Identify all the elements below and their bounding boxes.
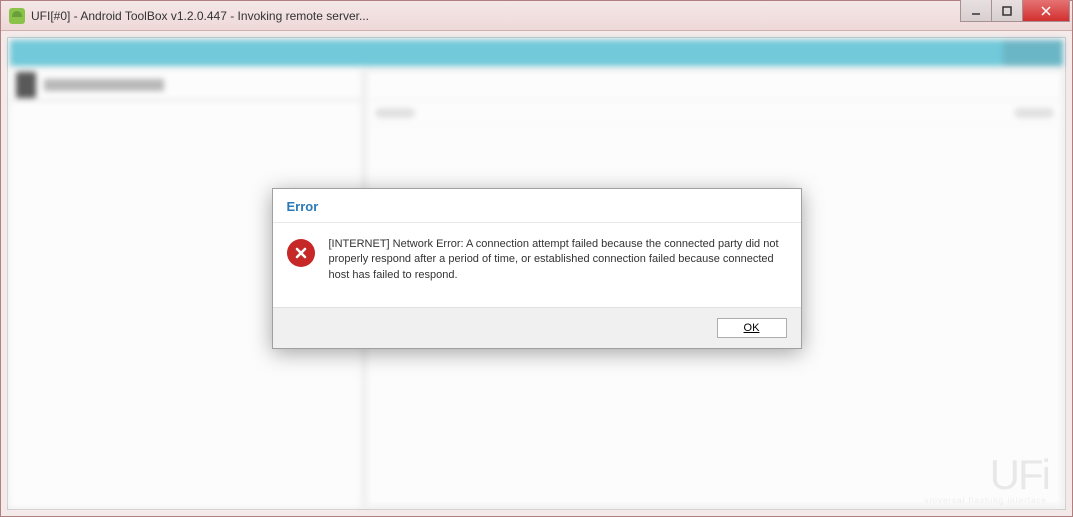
content-area: UFi universal flashing interface Error [… [7, 37, 1066, 510]
dialog-message: [INTERNET] Network Error: A connection a… [329, 237, 787, 283]
window-controls [961, 1, 1072, 30]
titlebar[interactable]: UFI[#0] - Android ToolBox v1.2.0.447 - I… [1, 1, 1072, 31]
maximize-button[interactable] [991, 0, 1023, 22]
window-title: UFI[#0] - Android ToolBox v1.2.0.447 - I… [31, 9, 961, 23]
minimize-button[interactable] [960, 0, 992, 22]
app-icon [9, 8, 25, 24]
dialog-title: Error [287, 199, 787, 214]
error-dialog: Error [INTERNET] Network Error: A connec… [272, 188, 802, 349]
brand-tagline: universal flashing interface [924, 496, 1047, 505]
main-window: UFI[#0] - Android ToolBox v1.2.0.447 - I… [0, 0, 1073, 517]
dialog-body: [INTERNET] Network Error: A connection a… [273, 223, 801, 307]
ok-button[interactable]: OK [717, 318, 787, 338]
close-button[interactable] [1022, 0, 1070, 22]
brand-logo: UFi [990, 451, 1049, 499]
dialog-header: Error [273, 189, 801, 223]
dialog-footer: OK [273, 307, 801, 348]
error-icon [287, 239, 315, 267]
